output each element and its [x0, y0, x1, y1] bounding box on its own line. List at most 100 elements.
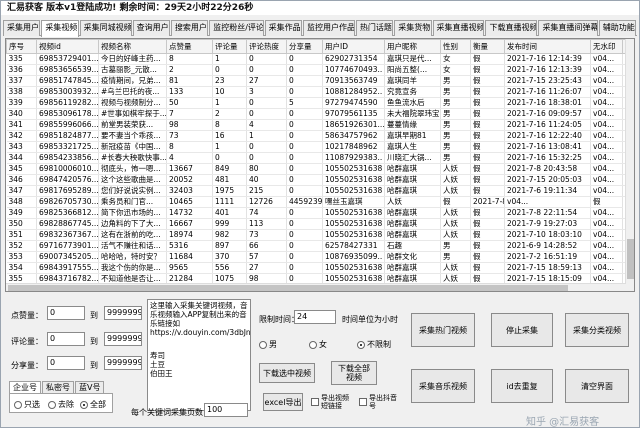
table-row[interactable]: 348 69826705730... 乘务员和门官... 10465 1111 12726… — [6, 196, 635, 208]
table-cell: 346 — [6, 174, 37, 186]
share-min-input[interactable]: 0 — [47, 356, 85, 370]
table-row[interactable]: 338 69853003932... #乌兰巴托的夜... 133 10 3 0 108812… — [6, 86, 634, 98]
table-cell: 假 — [470, 262, 505, 274]
tab-collect-live-videos[interactable]: 采集直播视频 — [432, 20, 485, 36]
like-max-input[interactable]: 9999999 — [104, 306, 142, 320]
table-row[interactable]: 342 69851824877... 要不妻当个乖孩... 73 16 1 0 5863475… — [6, 130, 634, 142]
table-row[interactable]: 340 69853096178... #世事如棋牢探于... 7 2 0 0 97079561… — [6, 108, 634, 120]
dedupe-id-button[interactable]: id去重复 — [491, 369, 553, 403]
table-cell: 川晓汇大锅... — [384, 152, 441, 164]
table-row[interactable]: 339 69856119282... 视频与视频制分... 50 1 0 5 97279474… — [6, 97, 634, 109]
collect-hot-videos-button[interactable]: 采集热门视频 — [411, 313, 475, 347]
keyword-textarea[interactable]: 这里输入采集关键词视频，音乐视频输入APP复制出来的音乐链接如 https://… — [147, 299, 251, 411]
tab-monitor-user-works[interactable]: 监控用户作品 — [302, 20, 355, 36]
table-row[interactable]: 352 69716773901... 活气不赚往和话... 5316 897 66 0 625… — [6, 240, 634, 252]
table-cell: 阳尚五整(... — [384, 64, 441, 76]
table-row[interactable]: 345 69810006010... 彻底头，怖一嗯... 13667 849 80 0 10… — [6, 163, 634, 175]
tab-search-users[interactable]: 搜索用户 — [170, 20, 209, 36]
download-selected-button[interactable]: 下载选中视频 — [259, 363, 315, 383]
column-header[interactable]: 视频id — [36, 39, 99, 54]
column-header[interactable]: 无水印 — [590, 39, 623, 54]
table-cell: 69853003932... — [36, 86, 99, 98]
share-max-input[interactable]: 9999999 — [104, 356, 142, 370]
tab-collect-users[interactable]: 采集用户 — [3, 20, 41, 36]
tab-collect-live-danmaku[interactable]: 采集直播间弹幕 — [538, 20, 598, 36]
column-header[interactable]: 序号 — [6, 39, 37, 54]
tab-hot-topics[interactable]: 热门话题 — [355, 20, 394, 36]
tab-collect-goods[interactable]: 采集货物 — [394, 20, 432, 36]
horizontal-scroll-thumb[interactable] — [8, 285, 568, 291]
column-header[interactable]: 视频名称 — [98, 39, 167, 54]
table-cell: 人妖 — [440, 218, 471, 230]
tab-monitor-fans[interactable]: 监控粉丝/评论 — [209, 20, 264, 36]
tab-download-live-videos[interactable]: 下载直播视频 — [485, 20, 538, 36]
export-shortlink-checkbox[interactable]: 导出视频短链接 — [311, 394, 351, 410]
clear-interface-button[interactable]: 清空界面 — [565, 369, 629, 403]
table-row[interactable]: 351 69832367367... 这有在浙前的吃... 18974 982 73 0 10… — [6, 229, 634, 241]
download-all-button[interactable]: 下载全部 视频 — [331, 361, 377, 385]
table-row[interactable]: 344 69854233856... #长春大秧歌快事... 4 0 0 0 11087929… — [6, 152, 634, 164]
tab-private[interactable]: 私密号 — [42, 381, 74, 393]
column-header[interactable]: 用户ID — [322, 39, 385, 54]
tab-collect-works[interactable]: 采集作品 — [264, 20, 302, 36]
column-header[interactable]: 用户昵称 — [384, 39, 441, 54]
filter-only-radio[interactable]: 只选 — [14, 399, 40, 410]
table-cell: 69817695289... — [36, 185, 99, 197]
export-douyin-checkbox[interactable]: 导出抖音号 — [359, 394, 399, 410]
table-row[interactable]: 349 69825366812... 简下你迅市场的... 14732 401 74 0 10… — [6, 207, 634, 219]
tab-collect-videos[interactable]: 采集视频 — [41, 20, 79, 37]
gender-male-radio[interactable]: 男 — [259, 339, 277, 350]
tab-tools[interactable]: 辅助功能 — [598, 20, 637, 36]
stop-collect-button[interactable]: 停止采集 — [491, 313, 553, 347]
table-cell: 8 — [212, 119, 247, 131]
gender-female-radio[interactable]: 女 — [309, 339, 327, 350]
collect-music-videos-button[interactable]: 采集音乐视频 — [411, 369, 475, 403]
pages-per-keyword-input[interactable]: 100 — [204, 403, 248, 417]
column-header[interactable]: 点赞量 — [166, 39, 213, 54]
table-row[interactable]: 347 69817695289... 您们好说说实例... 32403 1975 215 0… — [6, 185, 634, 197]
like-min-input[interactable]: 0 — [47, 306, 85, 320]
horizontal-scrollbar[interactable] — [6, 283, 626, 291]
gender-any-radio[interactable]: 不限制 — [357, 339, 391, 350]
table-row[interactable]: 353 69007345205... 哈哈哈，特时安？ 11684 370 57 0 1087… — [6, 251, 634, 263]
comment-max-input[interactable]: 9999999 — [104, 332, 142, 346]
results-table-container[interactable]: 序号 视频id 视频名称 点赞量 评论量 评论热度 分享量 用户ID 用户昵称 性别 衡量 发布时间无… — [5, 38, 635, 292]
column-header[interactable]: 衡量 — [470, 39, 505, 54]
table-cell: 58634757962 — [322, 130, 385, 142]
table-cell: v04... — [590, 130, 623, 142]
vertical-scrollbar[interactable] — [625, 39, 634, 291]
table-row[interactable]: 354 69843917555... 我这个伤的你是... 9565 556 27 0 105… — [6, 262, 634, 274]
table-row[interactable]: 335 69853729401... 今日的好峰主药... 8 1 0 0 629027313… — [6, 53, 634, 65]
time-limit-input[interactable]: 24 — [294, 310, 336, 324]
column-header[interactable]: 发布时间 — [504, 39, 591, 54]
tab-enterprise[interactable]: 企业号 — [9, 381, 41, 393]
table-cell: v04... — [590, 152, 623, 164]
column-header[interactable]: 评论热度 — [246, 39, 287, 54]
table-row[interactable]: 346 69847420576... 这个这些歌曲是... 20052 481 40 0 10… — [6, 174, 634, 186]
table-cell: 105502531638 — [322, 218, 385, 230]
table-row[interactable]: 343 69853321725... 新冠疫苗《中国... 8 1 0 0 102178489… — [6, 141, 634, 153]
column-header[interactable]: 性别 — [440, 39, 471, 54]
table-cell: 62578427331 — [322, 240, 385, 252]
table-row[interactable]: 337 69851747845... 疫情期间，兄弟... 81 23 27 0 709135… — [6, 75, 634, 87]
table-row[interactable]: 341 69855996066... 前堂男装荣获... 98 8 4 0 186519263… — [6, 119, 634, 131]
filter-remove-radio[interactable]: 去除 — [48, 399, 74, 410]
table-cell: 2021-7-15 18:59:13 — [504, 262, 591, 274]
table-row[interactable]: 336 69853656539... 古墓丽影_元散... 2 0 0 0 107746704… — [6, 64, 634, 76]
column-header[interactable]: 分享量 — [286, 39, 323, 54]
tab-query-users[interactable]: 查询用户 — [132, 20, 170, 36]
table-cell: v04... — [590, 240, 623, 252]
column-header[interactable]: 评论量 — [212, 39, 247, 54]
excel-export-button[interactable]: excel导出 — [263, 393, 303, 411]
table-row[interactable]: 350 69828867745... 边角料的下了大... 16667 999 113 0 1… — [6, 218, 634, 230]
vertical-scroll-thumb[interactable] — [627, 239, 634, 279]
table-cell: 80 — [246, 163, 287, 175]
filter-all-radio[interactable]: 全部 — [80, 399, 106, 410]
table-cell: 23 — [212, 75, 247, 87]
comment-min-input[interactable]: 0 — [47, 332, 85, 346]
table-cell: 5 — [286, 97, 323, 109]
tab-blue-v[interactable]: 蓝V号 — [75, 381, 105, 393]
table-cell: 0 — [286, 174, 323, 186]
collect-category-videos-button[interactable]: 采集分类视频 — [565, 313, 629, 347]
tab-collect-local-videos[interactable]: 采集同城视频 — [79, 20, 132, 36]
